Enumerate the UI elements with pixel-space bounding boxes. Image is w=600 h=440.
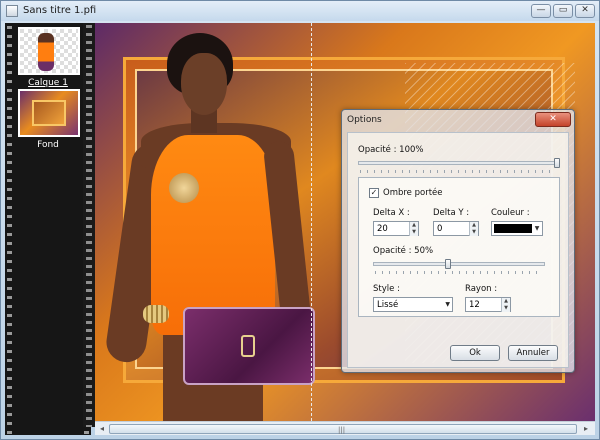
color-swatch [494, 224, 532, 233]
shadow-opacity-label: Opacité : 50% [373, 246, 434, 256]
cancel-button[interactable]: Annuler [508, 345, 558, 361]
horizontal-scrollbar[interactable]: ◂ ||| ▸ [95, 421, 595, 435]
layer-thumbnail-fond[interactable] [18, 89, 80, 137]
delta-y-spinner[interactable]: 0 ▲ ▼ [433, 221, 479, 236]
layer-thumbnail-figure [38, 33, 54, 71]
scrollbar-grip-icon: ||| [338, 426, 346, 434]
shadow-checkbox-label[interactable]: Ombre portée [383, 188, 443, 198]
model-orange-dress [151, 135, 275, 335]
layers-panel: Calque 1 Fond [5, 23, 91, 435]
minimize-button[interactable]: — [531, 4, 551, 18]
model-purple-clutch [183, 307, 315, 385]
layer-label-calque-1[interactable]: Calque 1 [10, 78, 86, 88]
shadow-opacity-slider-track[interactable] [373, 262, 545, 266]
app-window: Sans titre 1.pfi — ▭ ✕ Calque 1 Fond ◂ |… [0, 0, 600, 440]
window-title: Sans titre 1.pfi [23, 5, 97, 16]
spin-down-icon[interactable]: ▼ [469, 229, 478, 236]
shadow-group: ✓ Ombre portée Delta X : 20 ▲ ▼ Delta Y … [358, 177, 560, 317]
layer-thumbnail-calque-1[interactable] [18, 27, 80, 75]
model-brooch [169, 173, 199, 203]
color-picker[interactable]: ▼ [491, 221, 543, 236]
spin-down-icon[interactable]: ▼ [501, 305, 510, 312]
model-bracelet [143, 305, 169, 323]
opacity-slider-ticks [360, 170, 556, 173]
chevron-down-icon[interactable]: ▼ [445, 301, 450, 308]
shadow-checkbox[interactable]: ✓ [369, 188, 379, 198]
shadow-opacity-slider-handle[interactable] [445, 259, 451, 269]
model-face [181, 53, 227, 115]
opacity-label: Opacité : 100% [358, 145, 424, 155]
app-icon [6, 5, 18, 17]
layer-label-fond[interactable]: Fond [10, 140, 86, 150]
opacity-slider-track[interactable] [358, 161, 558, 165]
layer-thumbnail-frame [32, 100, 66, 126]
chevron-down-icon[interactable]: ▼ [533, 224, 541, 234]
dialog-close-button[interactable]: ✕ [535, 112, 571, 127]
style-select[interactable]: Lissé ▼ [373, 297, 453, 312]
title-bar: Sans titre 1.pfi — ▭ ✕ [1, 1, 599, 21]
delta-y-label: Delta Y : [433, 208, 470, 218]
film-perforations [86, 23, 92, 427]
scrollbar-thumb[interactable]: ||| [109, 424, 577, 434]
shadow-opacity-slider-ticks [375, 271, 543, 274]
opacity-slider-handle[interactable] [554, 158, 560, 168]
color-label: Couleur : [491, 208, 530, 218]
spin-up-icon[interactable]: ▲ [469, 222, 478, 229]
delta-x-label: Delta X : [373, 208, 410, 218]
spin-up-icon[interactable]: ▲ [501, 298, 510, 305]
model-photo-layer [103, 23, 315, 421]
style-label: Style : [373, 284, 400, 294]
radius-value[interactable]: 12 [469, 300, 480, 310]
delta-y-value[interactable]: 0 [437, 224, 442, 234]
checkmark-icon: ✓ [370, 188, 378, 197]
film-divider [83, 23, 95, 427]
selection-guide-line [311, 23, 312, 421]
maximize-button[interactable]: ▭ [553, 4, 573, 18]
options-dialog: Options ✕ Opacité : 100% ✓ Ombre portée … [341, 109, 575, 373]
spin-down-icon[interactable]: ▼ [409, 229, 418, 236]
ok-button[interactable]: Ok [450, 345, 500, 361]
dialog-body: Opacité : 100% ✓ Ombre portée Delta X : … [347, 132, 569, 368]
scroll-right-icon[interactable]: ▸ [579, 423, 593, 435]
style-value: Lissé [377, 300, 399, 310]
close-button[interactable]: ✕ [575, 4, 595, 18]
spin-up-icon[interactable]: ▲ [409, 222, 418, 229]
radius-spinner[interactable]: 12 ▲ ▼ [465, 297, 511, 312]
radius-label: Rayon : [465, 284, 498, 294]
scroll-left-icon[interactable]: ◂ [95, 423, 109, 435]
delta-x-spinner[interactable]: 20 ▲ ▼ [373, 221, 419, 236]
delta-x-value[interactable]: 20 [377, 224, 388, 234]
dialog-title: Options [347, 115, 382, 125]
clutch-clasp [241, 335, 255, 357]
